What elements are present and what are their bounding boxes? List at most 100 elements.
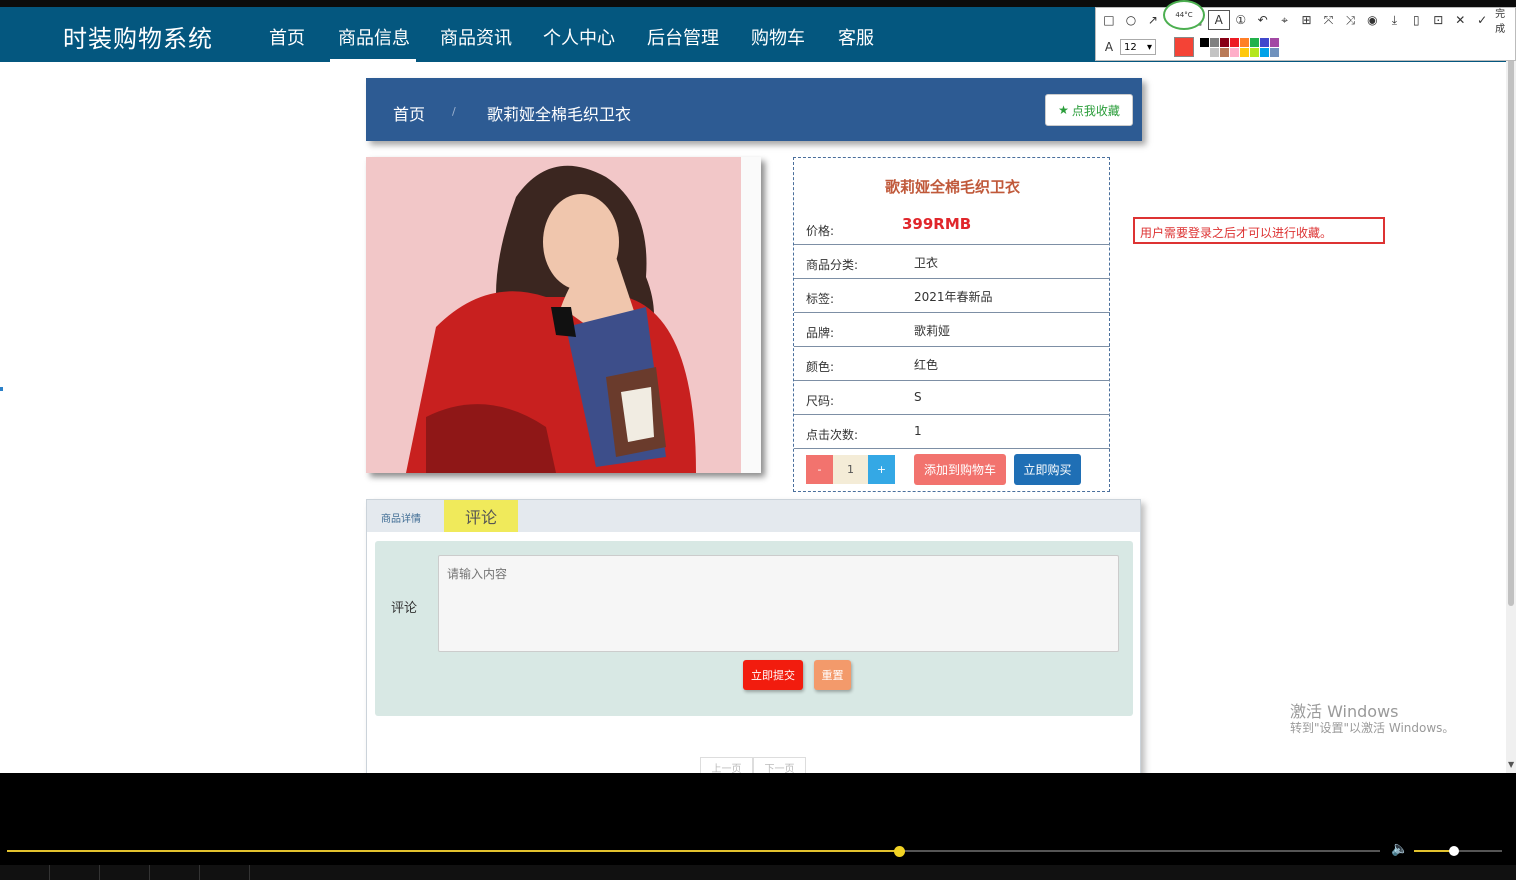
clicks-value: 1 [914, 424, 922, 438]
next-page-button[interactable]: 下一页 [753, 757, 806, 773]
color-swatch[interactable] [1230, 37, 1239, 47]
done-button[interactable]: 完成 [1495, 5, 1515, 35]
color-swatch[interactable] [1210, 37, 1219, 47]
comment-form: 评论 立即提交 重置 [375, 541, 1133, 716]
taskbar-slot[interactable] [50, 865, 100, 880]
tag-value: 2021年春新品 [914, 290, 993, 304]
favorite-button[interactable]: ★ 点我收藏 [1045, 94, 1133, 126]
taskbar-slot[interactable] [100, 865, 150, 880]
ellipse-tool-icon[interactable]: ○ [1120, 10, 1142, 30]
brand-label: 品牌: [806, 326, 835, 340]
color-swatch[interactable] [1230, 47, 1239, 57]
color-swatch[interactable] [1250, 37, 1259, 47]
product-tabs-panel: 商品详情 评论 评论 立即提交 重置 上一页 下一页 [366, 499, 1141, 773]
detail-row-clicks: 点击次数: 1 [794, 415, 1110, 449]
nav-item-cart[interactable]: 购物车 [751, 24, 805, 50]
color-swatch[interactable] [1200, 47, 1209, 57]
add-to-cart-button[interactable]: 添加到购物车 [914, 454, 1006, 485]
volume-icon[interactable]: 🔈 [1391, 841, 1408, 857]
confirm-check-icon[interactable]: ✓ [1471, 10, 1493, 30]
pagination: 上一页 下一页 [700, 757, 806, 773]
tabs-header: 商品详情 评论 [367, 500, 1140, 532]
tab-comments[interactable]: 评论 [444, 500, 518, 532]
site-brand[interactable]: 时装购物系统 [63, 19, 213, 54]
tab-details[interactable]: 商品详情 [381, 510, 421, 525]
edge-marker [0, 387, 3, 391]
temperature-gauge: 44°C [1163, 0, 1205, 30]
nav-item-products[interactable]: 商品信息 [338, 24, 410, 50]
quantity-decrease-button[interactable]: - [806, 455, 833, 484]
nav-item-home[interactable]: 首页 [269, 24, 305, 50]
activation-watermark-subtitle: 转到"设置"以激活 Windows。 [1290, 721, 1455, 735]
nav-item-news[interactable]: 商品资讯 [440, 24, 512, 50]
color-swatch[interactable] [1210, 47, 1219, 57]
submit-button[interactable]: 立即提交 [743, 660, 803, 690]
close-icon[interactable]: ✕ [1449, 10, 1471, 30]
taskbar-slot[interactable] [0, 865, 50, 880]
ocr-icon[interactable]: ⊞ [1296, 10, 1318, 30]
current-color-swatch[interactable] [1174, 37, 1194, 57]
prev-page-button[interactable]: 上一页 [700, 757, 753, 773]
volume-fill [1414, 850, 1454, 852]
browser-viewport: 时装购物系统 首页 商品信息 商品资讯 个人中心 后台管理 购物车 客服 ▼ □… [0, 0, 1516, 773]
nav-item-admin[interactable]: 后台管理 [647, 24, 719, 50]
comment-label: 评论 [391, 601, 418, 616]
annotation-text-box[interactable]: 用户需要登录之后才可以进行收藏。 [1133, 217, 1385, 244]
size-label: 尺码: [806, 394, 835, 408]
color-swatch[interactable] [1240, 37, 1249, 47]
scroll-down-arrow-icon[interactable]: ▼ [1508, 760, 1514, 769]
capture-icon[interactable]: ⤧ [1318, 10, 1340, 30]
undo-icon[interactable]: ↶ [1252, 10, 1274, 30]
quantity-increase-button[interactable]: + [868, 455, 895, 484]
color-swatch[interactable] [1260, 47, 1269, 57]
text-tool-icon[interactable]: A [1207, 10, 1230, 30]
comment-textarea[interactable] [438, 555, 1119, 652]
long-screenshot-icon[interactable]: ▯ [1405, 10, 1427, 30]
color-swatch[interactable] [1220, 37, 1229, 47]
detail-row-brand: 品牌: 歌莉娅 [794, 313, 1110, 347]
color-swatch[interactable] [1270, 47, 1279, 57]
breadcrumb-separator: / [452, 105, 456, 118]
volume-handle[interactable] [1448, 846, 1459, 856]
size-value: S [914, 390, 922, 404]
favorite-label: 点我收藏 [1071, 103, 1120, 118]
nav-active-indicator [330, 59, 416, 62]
color-palette[interactable] [1200, 37, 1279, 57]
reset-button[interactable]: 重置 [814, 660, 851, 690]
taskbar-slot[interactable] [150, 865, 200, 880]
arrow-tool-icon[interactable]: ↗ [1142, 10, 1164, 30]
product-image[interactable] [366, 157, 761, 473]
scrollbar-thumb[interactable] [1508, 26, 1514, 606]
annotation-toolbar: □ ○ ↗ ✎ ▦ A ① ↶ ⌖ ⊞ ⤧ ⤨ ◉ ⤓ ▯ ⊡ ✕ ✓ 完成 A… [1095, 7, 1516, 61]
progress-handle[interactable] [894, 846, 906, 857]
color-swatch[interactable] [1240, 47, 1249, 57]
font-size-select[interactable]: 12 ▾ [1120, 39, 1156, 55]
pin-icon[interactable]: ⌖ [1274, 10, 1296, 30]
nav-item-user-center[interactable]: 个人中心 [543, 24, 615, 50]
translate-icon[interactable]: ⤨ [1339, 10, 1361, 30]
record-icon[interactable]: ◉ [1361, 10, 1383, 30]
product-title: 歌莉娅全棉毛织卫衣 [884, 178, 1020, 196]
font-size-value: 12 [1124, 41, 1137, 53]
save-icon[interactable]: ⊡ [1427, 10, 1449, 30]
color-swatch[interactable] [1260, 37, 1269, 47]
rectangle-tool-icon[interactable]: □ [1098, 10, 1120, 30]
number-tool-icon[interactable]: ① [1230, 10, 1252, 30]
price-value: 399RMB [902, 215, 972, 233]
breadcrumb-home[interactable]: 首页 [393, 101, 425, 125]
color-swatch[interactable] [1200, 37, 1209, 47]
detail-row-tag: 标签: 2021年春新品 [794, 279, 1110, 313]
color-swatch[interactable] [1220, 47, 1229, 57]
color-value: 红色 [914, 358, 939, 372]
price-label: 价格: [806, 224, 835, 238]
nav-item-service[interactable]: 客服 [838, 24, 874, 50]
taskbar-slot[interactable] [200, 865, 250, 880]
breadcrumb-current: 歌莉娅全棉毛织卫衣 [487, 105, 632, 124]
product-detail-panel: 歌莉娅全棉毛织卫衣 价格: 399RMB 商品分类: 卫衣 标签: 2021年春… [793, 157, 1110, 492]
window-top-strip [0, 0, 1516, 7]
quantity-input[interactable]: 1 [833, 455, 868, 484]
download-icon[interactable]: ⤓ [1383, 10, 1405, 30]
color-swatch[interactable] [1250, 47, 1259, 57]
buy-now-button[interactable]: 立即购买 [1014, 454, 1081, 485]
color-swatch[interactable] [1270, 37, 1279, 47]
